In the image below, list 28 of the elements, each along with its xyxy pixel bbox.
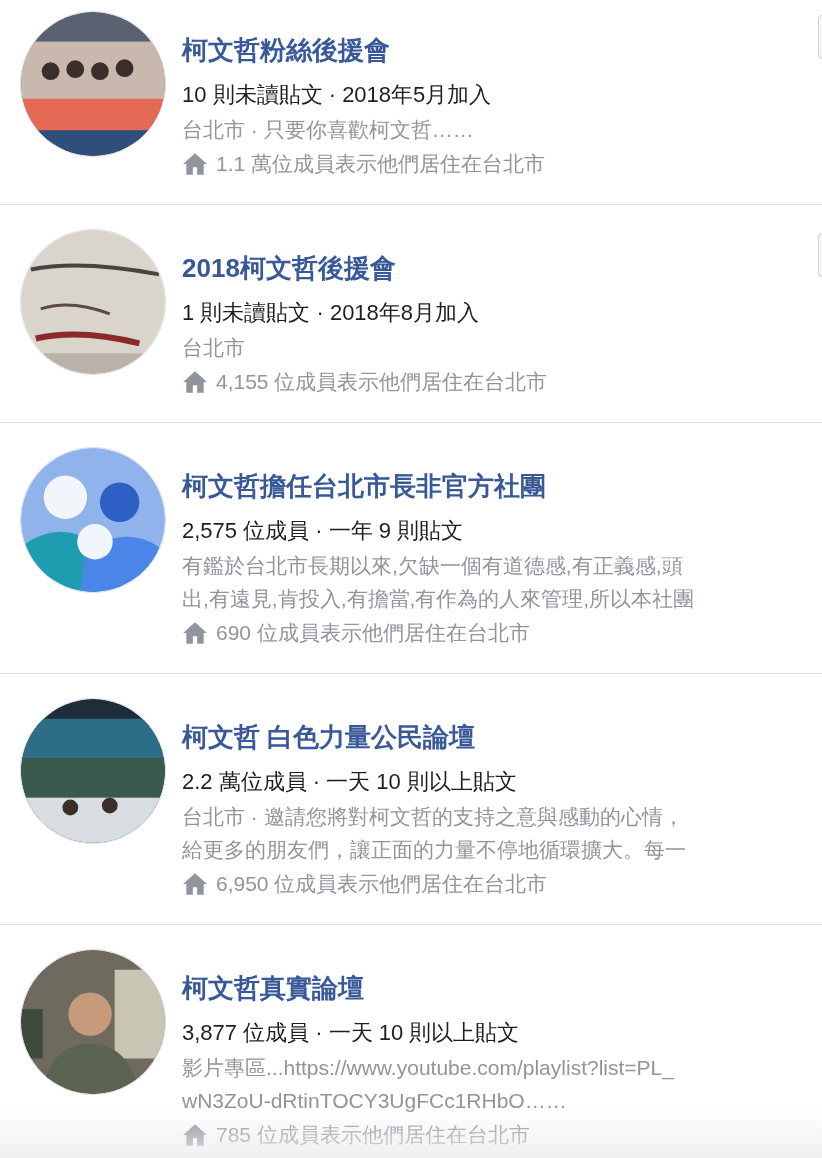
residents-text: 4,155 位成員表示他們居住在台北市 — [216, 369, 548, 395]
group-description: 影片專區...https://www.youtube.com/playlist?list=PL_ — [182, 1055, 674, 1082]
group-meta: 2,575 位成員 · 一年 9 則貼文 — [182, 517, 464, 545]
residents-text: 690 位成員表示他們居住在台北市 — [216, 620, 530, 646]
group-description: 有鑑於台北市長期以來,欠缺一個有道德感,有正義感,頭 — [182, 553, 683, 579]
group-title[interactable]: 2018柯文哲後援會 — [182, 250, 396, 286]
home-icon — [182, 1122, 208, 1148]
group-description: 給更多的朋友們，讓正面的力量不停地循環擴大。每一 — [182, 837, 686, 863]
group-meta: 3,877 位成員 · 一天 10 則以上貼文 — [182, 1019, 520, 1047]
home-icon — [182, 871, 208, 897]
home-icon — [182, 369, 208, 395]
group-description: wN3ZoU-dRtinTOCY3UgFCc1RHbO…… — [182, 1088, 567, 1114]
group-description: 台北市 · 只要你喜歡柯文哲…… — [182, 117, 474, 143]
residents-text: 6,950 位成員表示他們居住在台北市 — [216, 871, 548, 897]
home-icon — [182, 620, 208, 646]
group-meta: 2.2 萬位成員 · 一天 10 則以上貼文 — [182, 768, 517, 796]
group-title[interactable]: 柯文哲 白色力量公民論壇 — [182, 719, 476, 755]
group-description: 台北市 — [182, 335, 245, 361]
group-title[interactable]: 柯文哲擔任台北市長非官方社團 — [182, 468, 546, 504]
group-description: 台北市 · 邀請您將對柯文哲的支持之意與感動的心情， — [182, 804, 684, 830]
group-meta: 10 則未讀貼文 · 2018年5月加入 — [182, 81, 492, 109]
group-title[interactable]: 柯文哲真實論壇 — [182, 970, 364, 1006]
residents-text: 785 位成員表示他們居住在台北市 — [216, 1122, 530, 1148]
group-description: 出,有遠見,肯投入,有擔當,有作為的人來管理,所以本社團 — [182, 586, 695, 612]
group-meta: 1 則未讀貼文 · 2018年8月加入 — [182, 299, 480, 327]
group-title[interactable]: 柯文哲粉絲後援會 — [182, 32, 390, 68]
residents-text: 1.1 萬位成員表示他們居住在台北市 — [216, 151, 546, 177]
home-icon — [182, 151, 208, 177]
